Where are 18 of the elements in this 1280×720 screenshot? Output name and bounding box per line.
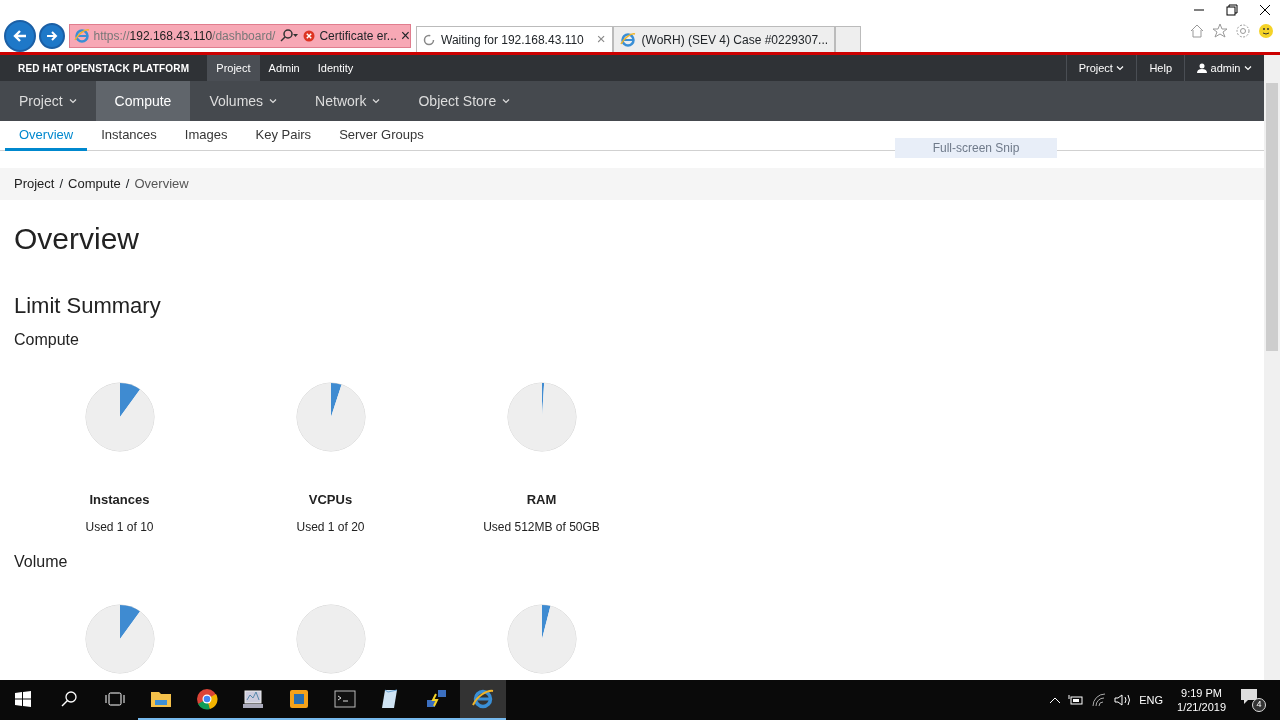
section-heading: Compute	[14, 330, 80, 350]
url-text: https://192.168.43.110/dashboard/	[93, 28, 276, 45]
breadcrumb-separator: /	[59, 175, 64, 194]
tab-title: Waiting for 192.168.43.110	[441, 31, 584, 49]
breadcrumb-separator: /	[125, 175, 130, 194]
brand-logo: RED HAT OPENSTACK PLATFORM	[17, 61, 191, 76]
page-title: Overview	[14, 221, 141, 257]
usage-text: Used 512MB of 50GB	[482, 518, 601, 536]
chart-label: RAM	[525, 491, 558, 509]
notification-count: 4	[1252, 698, 1266, 712]
section-title: Limit Summary	[14, 292, 162, 320]
section-heading: Volume	[14, 551, 69, 572]
chart-label: Instances	[88, 491, 151, 509]
usage-text: Used 1 of 20	[295, 518, 366, 536]
usage-text: Used 1 of 10	[84, 518, 155, 536]
chart-label: VCPUs	[307, 491, 354, 509]
tab-title: (WoRH) (SEV 4) Case #0229307...	[641, 31, 829, 49]
tooltip: Full-screen Snip	[895, 138, 1057, 158]
